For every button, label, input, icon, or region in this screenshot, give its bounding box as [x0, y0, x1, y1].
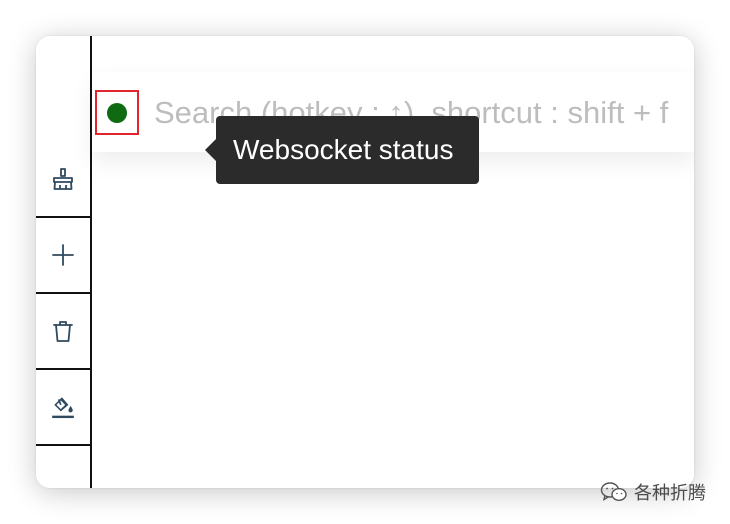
app-window: Websocket status [36, 36, 694, 488]
websocket-status-dot [107, 102, 127, 123]
tooltip-arrow [205, 139, 216, 161]
delete-button[interactable] [36, 293, 90, 370]
plus-icon [52, 243, 74, 266]
format-button[interactable] [36, 369, 90, 446]
paint-bucket-icon [52, 396, 74, 418]
watermark: 各种折腾 [600, 481, 706, 504]
tooltip-text: Websocket status [233, 134, 454, 165]
websocket-status-indicator[interactable] [95, 90, 139, 135]
main-area: Websocket status [92, 36, 694, 488]
search-bar: Websocket status [92, 72, 694, 184]
add-button[interactable] [36, 217, 90, 294]
sidebar [36, 36, 92, 488]
watermark-text: 各种折腾 [634, 483, 706, 504]
wechat-icon [600, 482, 627, 502]
broom-icon [53, 167, 73, 190]
trash-icon [53, 320, 73, 342]
clear-button[interactable] [36, 141, 90, 218]
websocket-status-tooltip: Websocket status [205, 116, 479, 184]
